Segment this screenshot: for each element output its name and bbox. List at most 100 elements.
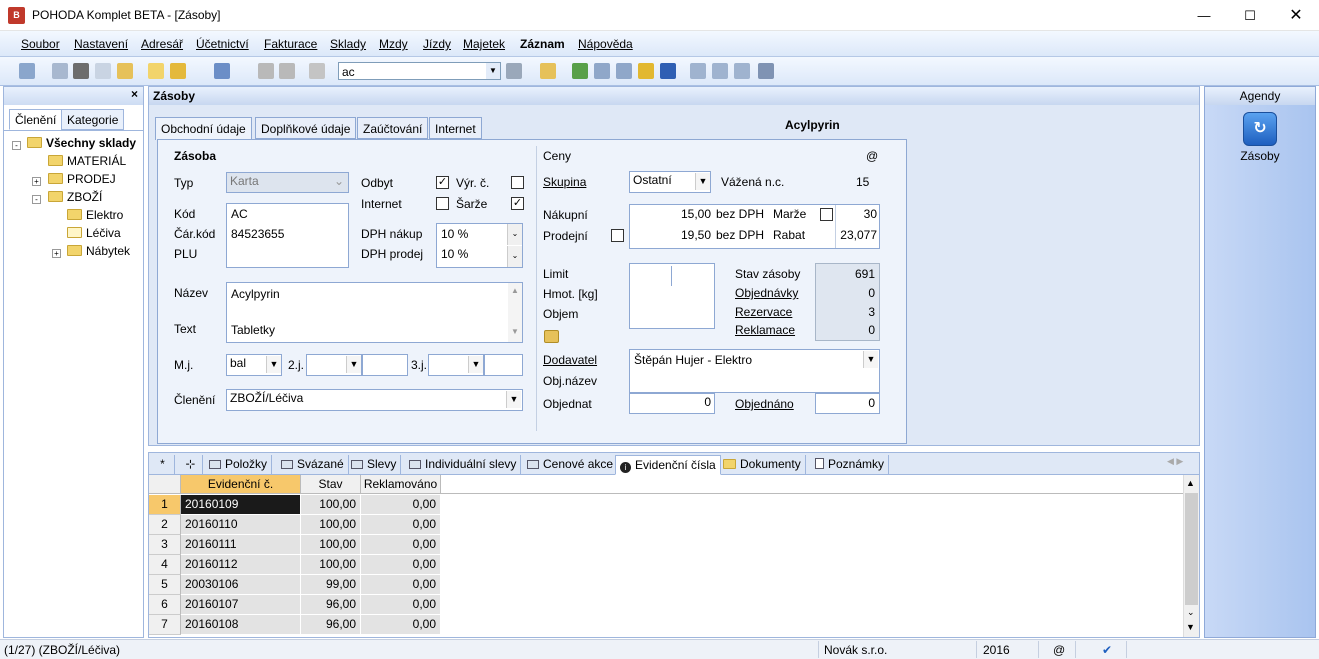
col-header-evidencni[interactable]: Evidenční č.	[181, 475, 301, 494]
cell-stav[interactable]: 100,00	[301, 495, 361, 515]
tab-individualni-slevy[interactable]: Individuální slevy	[405, 455, 522, 474]
minimize-icon[interactable]: —	[1181, 0, 1227, 31]
row-number[interactable]: 3	[149, 535, 181, 555]
row-number[interactable]: 4	[149, 555, 181, 575]
cleneni-input[interactable]: ZBOŽÍ/Léčiva	[226, 389, 523, 411]
tree-item-material[interactable]: MATERIÁL	[48, 154, 126, 172]
tab-zauctovani[interactable]: Zaúčtování	[357, 117, 429, 139]
tree-expand-icon[interactable]: +	[52, 249, 61, 258]
plu-input[interactable]	[231, 247, 341, 263]
grid-scrollbar[interactable]: ▲ ⌄ ▼	[1183, 475, 1199, 637]
tab-polozky[interactable]: Položky	[205, 455, 273, 474]
cell-reklamovano[interactable]: 0,00	[361, 595, 441, 615]
dph-nakup-select[interactable]: 10 %	[441, 227, 468, 241]
lookup-icon[interactable]: ▼	[863, 351, 878, 368]
chevron-down-icon[interactable]: ⌄	[507, 246, 522, 267]
tree-item-nabytek[interactable]: Nábytek	[67, 244, 130, 262]
tab-slevy[interactable]: Slevy	[347, 455, 402, 474]
back-arrow-icon[interactable]	[214, 63, 230, 79]
menu-soubor[interactable]: Soubor	[21, 37, 60, 51]
left-pane-close-icon[interactable]: ×	[4, 87, 143, 105]
tools-icon[interactable]	[758, 63, 774, 79]
cell-evidencni[interactable]: 20160111	[181, 535, 301, 555]
tab-obchodni-udaje[interactable]: Obchodní údaje	[155, 117, 252, 140]
rezervace-link[interactable]: Rezervace	[735, 305, 792, 319]
tab-all[interactable]: *	[151, 455, 175, 474]
menu-napoveda[interactable]: Nápověda	[578, 37, 633, 51]
menu-jizdy[interactable]: Jízdy	[423, 37, 451, 51]
col-header-stav[interactable]: Stav	[301, 475, 361, 494]
prodejni-checkbox[interactable]	[611, 229, 624, 242]
row-number[interactable]: 6	[149, 595, 181, 615]
cell-evidencni[interactable]: 20160110	[181, 515, 301, 535]
nakupni-input[interactable]: 15,00	[630, 207, 711, 221]
pohoda-logo-icon[interactable]: B	[8, 7, 25, 24]
tree-item-leciva[interactable]: Léčiva	[67, 226, 121, 244]
cell-reklamovano[interactable]: 0,00	[361, 615, 441, 635]
print-preview-icon[interactable]	[95, 63, 111, 79]
iban-icon[interactable]	[660, 63, 676, 79]
cell-reklamovano[interactable]: 0,00	[361, 515, 441, 535]
cell-stav[interactable]: 100,00	[301, 555, 361, 575]
reklamace-link[interactable]: Reklamace	[735, 323, 795, 337]
new-record-icon[interactable]	[148, 63, 164, 79]
lookup-icon[interactable]: ▼	[346, 356, 361, 373]
cell-reklamovano[interactable]: 0,00	[361, 555, 441, 575]
dodavatel-input[interactable]: Štěpán Hujer - Elektro	[634, 353, 752, 367]
cell-stav[interactable]: 96,00	[301, 595, 361, 615]
cell-evidencni[interactable]: 20160112	[181, 555, 301, 575]
menu-mzdy[interactable]: Mzdy	[379, 37, 408, 51]
tab-scroll-arrows-icon[interactable]: ◀ ▶	[1167, 456, 1183, 467]
form-view-icon[interactable]	[690, 63, 706, 79]
vyr-c-checkbox[interactable]	[511, 176, 524, 189]
menu-zaznam[interactable]: Záznam	[520, 37, 565, 51]
menu-fakturace[interactable]: Fakturace	[264, 37, 317, 51]
objednavky-link[interactable]: Objednávky	[735, 286, 798, 300]
money-icon[interactable]	[572, 63, 588, 79]
mj2-ratio-input[interactable]	[362, 354, 408, 376]
print-icon[interactable]	[73, 63, 89, 79]
cell-reklamovano[interactable]: 0,00	[361, 495, 441, 515]
kod-input[interactable]: AC	[231, 207, 248, 221]
close-icon[interactable]: ✕	[1273, 0, 1319, 31]
tab-poznamky[interactable]: Poznámky	[811, 455, 890, 474]
cell-evidencni[interactable]: 20160107	[181, 595, 301, 615]
tab-internet[interactable]: Internet	[429, 117, 482, 139]
tree-item-vsechny-sklady[interactable]: Všechny sklady	[27, 136, 136, 154]
cell-reklamovano[interactable]: 0,00	[361, 535, 441, 555]
zasoby-agenda-label[interactable]: Zásoby	[1205, 149, 1315, 163]
rabat-input[interactable]: 23,077	[836, 228, 877, 242]
cell-evidencni[interactable]: 20030106	[181, 575, 301, 595]
tree-collapse-icon[interactable]: -	[12, 141, 21, 150]
filter-icon[interactable]	[506, 63, 522, 79]
tree-collapse-icon[interactable]: -	[32, 195, 41, 204]
car-kod-input[interactable]: 84523655	[231, 227, 284, 241]
chevron-down-icon[interactable]: ▼	[486, 63, 500, 79]
menu-sklady[interactable]: Sklady	[330, 37, 366, 51]
tab-evidencni-cisla[interactable]: i Evidenční čísla	[615, 455, 721, 475]
text-input[interactable]: Tabletky	[231, 323, 275, 337]
marze-input[interactable]: 30	[836, 207, 877, 221]
cell-stav[interactable]: 99,00	[301, 575, 361, 595]
tree-expand-icon[interactable]: +	[32, 177, 41, 186]
lookup-icon[interactable]: ▼	[266, 356, 281, 373]
cell-reklamovano[interactable]: 0,00	[361, 575, 441, 595]
objednat-input[interactable]: 0	[629, 393, 715, 414]
wand-icon[interactable]	[170, 63, 186, 79]
filter-tab-icon[interactable]: ⊹	[179, 455, 203, 474]
maximize-icon[interactable]: ☐	[1227, 0, 1273, 31]
calculator-icon[interactable]	[594, 63, 610, 79]
quick-search-combo[interactable]: ac ▼	[338, 62, 501, 80]
dph-prodej-select[interactable]: 10 %	[441, 247, 468, 261]
limit-hmot-objem-input[interactable]	[629, 263, 715, 329]
odbyt-checkbox[interactable]: ✓	[436, 176, 449, 189]
table-icon[interactable]	[616, 63, 632, 79]
row-number[interactable]: 5	[149, 575, 181, 595]
row-number[interactable]: 2	[149, 515, 181, 535]
tree-item-elektro[interactable]: Elektro	[67, 208, 123, 226]
lookup-icon[interactable]: ▼	[468, 356, 483, 373]
obj-nazev-input[interactable]	[634, 373, 854, 389]
menu-nastaveni[interactable]: Nastavení	[74, 37, 128, 51]
internet-checkbox[interactable]	[436, 197, 449, 210]
objednano-link[interactable]: Objednáno	[735, 397, 794, 411]
